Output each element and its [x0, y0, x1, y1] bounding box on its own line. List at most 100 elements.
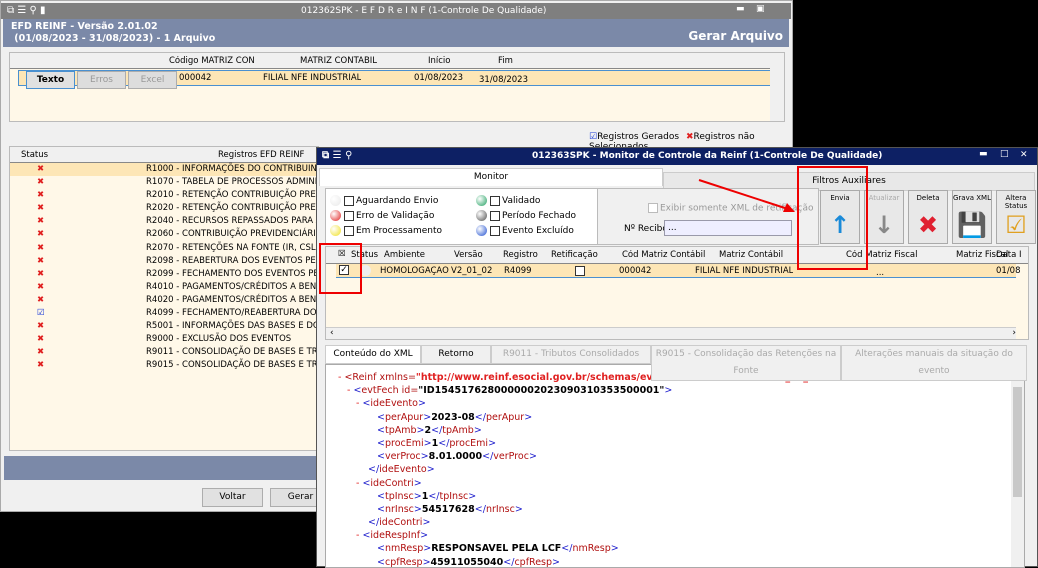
tab-bottom-0[interactable]: Conteúdo do XML — [325, 345, 421, 364]
x-icon: ✖ — [685, 132, 694, 142]
records-grid: Status Registros EFD REINF ✖ R1000 - INFO… — [9, 146, 319, 451]
column-header: Ambiente — [384, 250, 426, 260]
list-item[interactable]: ✖ R9000 - EXCLUSÃO DOS EVENTOS — [10, 333, 318, 346]
annotation-highlight-envia — [797, 166, 868, 270]
status-dot-icon — [476, 210, 487, 221]
cell: 31/08/2023 — [479, 75, 528, 85]
record-label: R2098 - REABERTURA DOS EVENTOS PERIÓDICO… — [146, 255, 318, 266]
minimize-icon[interactable]: ▬ — [979, 149, 988, 159]
excel-button[interactable]: Excel — [128, 71, 177, 89]
vertical-scrollbar[interactable] — [770, 53, 784, 121]
voltar-button[interactable]: Voltar — [202, 488, 263, 507]
app-icons: ⧉ ☰ ⚲ ▮ — [7, 5, 46, 16]
restore-icon[interactable]: ▣ — [756, 4, 765, 14]
toolbar-button-2[interactable]: Deleta ✖ — [908, 190, 948, 244]
x-icon: ✖ — [37, 321, 45, 332]
app-icons: ⧉ ☰ ⚲ — [322, 150, 353, 161]
xml-line: - <ideEvento> — [356, 398, 426, 410]
toolbar-button-1[interactable]: Atualizar ↓ — [864, 190, 904, 244]
legend-checkbox[interactable] — [344, 210, 354, 221]
recibo-input[interactable]: ... — [664, 220, 792, 236]
list-item[interactable]: ✖ R2010 - RETENÇÃO CONTRIBUIÇÃO PREVIDENC… — [10, 189, 318, 202]
status-dot-icon — [330, 210, 341, 221]
record-label: R5001 - INFORMAÇÕES DAS BASES E DOS TRIB… — [146, 321, 318, 332]
record-label: R9015 - CONSOLIDAÇÃO DE BASES E TRIBUTOS… — [146, 360, 318, 371]
column-header: Data I — [996, 250, 1022, 260]
list-item[interactable]: ✖ R2070 - RETENÇÕES NA FONTE (IR, CSLL, C… — [10, 242, 318, 255]
xml-retificacao-checkbox[interactable] — [648, 203, 658, 213]
legend-label: Período Fechado — [502, 211, 577, 221]
list-item[interactable]: ✖ R2060 - CONTRIBUIÇÃO PREVIDENCIÁRIA SOB… — [10, 228, 318, 241]
table-row[interactable]: Texto Erros Excel 000042 FILIAL NFE INDU… — [18, 70, 772, 89]
column-header: Cód Matriz Contábil — [622, 250, 706, 260]
toolbar-button-3[interactable]: Grava XML 💾 — [952, 190, 992, 244]
monitor-title-bar: ⧉ ☰ ⚲ 012363SPK - Monitor de Controle da… — [317, 148, 1037, 165]
maximize-icon[interactable]: □ — [1000, 149, 1009, 159]
tab-bottom-3[interactable]: R9015 - Consolidação das Retenções na Fo… — [651, 345, 841, 381]
check-icon: ☑ — [589, 132, 598, 142]
legend-checkbox[interactable] — [490, 225, 500, 236]
erros-button[interactable]: Erros — [77, 71, 126, 89]
status-dot-icon — [476, 225, 487, 236]
x-icon: ✖ — [37, 334, 45, 345]
toolbar-button-4[interactable]: Altera Status ☑ — [996, 190, 1036, 244]
legend-label: Validado — [502, 196, 541, 206]
legend-checkbox[interactable] — [344, 225, 354, 236]
x-icon: ✖ — [37, 216, 45, 227]
column-header: Retificação — [551, 250, 598, 260]
annotation-highlight-checkbox — [319, 243, 362, 294]
legend-item: Erro de Validação — [330, 210, 434, 221]
vertical-scrollbar[interactable] — [1011, 365, 1024, 567]
record-label: R4099 - FECHAMENTO/REABERTURA DOS EVENTO… — [146, 308, 318, 319]
column-header: MATRIZ CONTABIL — [300, 56, 378, 66]
tab-bottom-4[interactable]: Alterações manuais da situação do evento — [841, 345, 1027, 381]
tab-bottom-2[interactable]: R9011 - Tributos Consolidados — [491, 345, 651, 364]
legend-checkbox[interactable] — [490, 195, 500, 206]
legend-generated: Registros Gerados — [597, 132, 680, 142]
list-item[interactable]: ✖ R9011 - CONSOLIDAÇÃO DE BASES E TRIBUTO… — [10, 346, 318, 359]
column-header: Início — [428, 56, 451, 66]
x-icon: ✖ — [37, 164, 45, 174]
list-item[interactable]: ✖ R2099 - FECHAMENTO DOS EVENTOS PERIÓDIC… — [10, 268, 318, 281]
legend-label: Em Processamento — [356, 226, 443, 236]
tab-monitor[interactable]: Monitor — [319, 168, 663, 186]
list-item[interactable]: ✖ R2020 - RETENÇÃO CONTRIBUIÇÃO PREVIDENC… — [10, 202, 318, 215]
button-label: Grava XML — [953, 194, 991, 202]
legend-checkbox[interactable] — [344, 195, 354, 206]
minimize-icon[interactable]: ▬ — [736, 4, 745, 14]
legend-label: Evento Excluído — [502, 226, 574, 236]
list-item[interactable]: ✖ R4020 - PAGAMENTOS/CRÉDITOS A BENEFICIÁ… — [10, 294, 318, 307]
xml-line: - <evtFech id="ID15451762800000020230903… — [347, 385, 673, 397]
xml-line: <verProc>8.01.0000</verProc> — [377, 451, 537, 463]
table-row[interactable]: ✓ HOMOLOGAÇÃO V2_01_02 R4099 000042 FILI… — [336, 264, 1021, 278]
list-item[interactable]: ✖ R5001 - INFORMAÇÕES DAS BASES E DOS TRI… — [10, 320, 318, 333]
cell-data: 01/08 — [996, 266, 1021, 276]
record-label: R2040 - RECURSOS REPASSADOS PARA ASSOCIA… — [146, 216, 318, 227]
list-item[interactable]: ✖ R2040 - RECURSOS REPASSADOS PARA ASSOCI… — [10, 215, 318, 228]
close-icon[interactable]: ✕ — [1020, 150, 1028, 160]
status-dot-icon — [476, 195, 487, 206]
texto-button[interactable]: Texto — [26, 71, 75, 89]
xml-line: <nmResp>RESPONSAVEL PELA LCF</nmResp> — [377, 543, 619, 555]
legend-item: Período Fechado — [476, 210, 576, 221]
legend-item: Validado — [476, 195, 540, 206]
horizontal-scrollbar[interactable]: ‹ › — [326, 327, 1016, 339]
x-icon: ✖ — [37, 229, 45, 240]
xml-line: <procEmi>1</procEmi> — [377, 437, 497, 449]
record-label: R2070 - RETENÇÕES NA FONTE (IR, CSLL, CO… — [146, 242, 318, 253]
list-item[interactable]: ☑ R4099 - FECHAMENTO/REABERTURA DOS EVENT… — [10, 307, 318, 320]
column-header: Fim — [498, 56, 513, 66]
tab-bottom-1[interactable]: Retorno — [421, 345, 491, 364]
list-item[interactable]: ✖ R1070 - TABELA DE PROCESSOS ADMINISTRAT… — [10, 176, 318, 189]
legend-checkbox[interactable] — [490, 210, 500, 221]
list-item[interactable]: ✖ R9015 - CONSOLIDAÇÃO DE BASES E TRIBUTO… — [10, 359, 318, 372]
button-label: Deleta — [916, 194, 940, 202]
xml-line: <perApur>2023-08</perApur> — [377, 411, 533, 423]
retificacao-checkbox[interactable] — [575, 266, 585, 276]
column-header: Matriz Contábil — [719, 250, 784, 260]
record-label: R4010 - PAGAMENTOS/CRÉDITOS A BENEFICIÁR… — [146, 281, 318, 292]
list-item[interactable]: ✖ R4010 - PAGAMENTOS/CRÉDITOS A BENEFICIÁ… — [10, 281, 318, 294]
status-legend: Aguardando Envio Erro de Validação Em Proc… — [325, 188, 611, 245]
list-item[interactable]: ✖ R2098 - REABERTURA DOS EVENTOS PERIÓDIC… — [10, 255, 318, 268]
list-item[interactable]: ✖ R1000 - INFORMAÇÕES DO CONTRIBUINTE — [10, 163, 318, 177]
